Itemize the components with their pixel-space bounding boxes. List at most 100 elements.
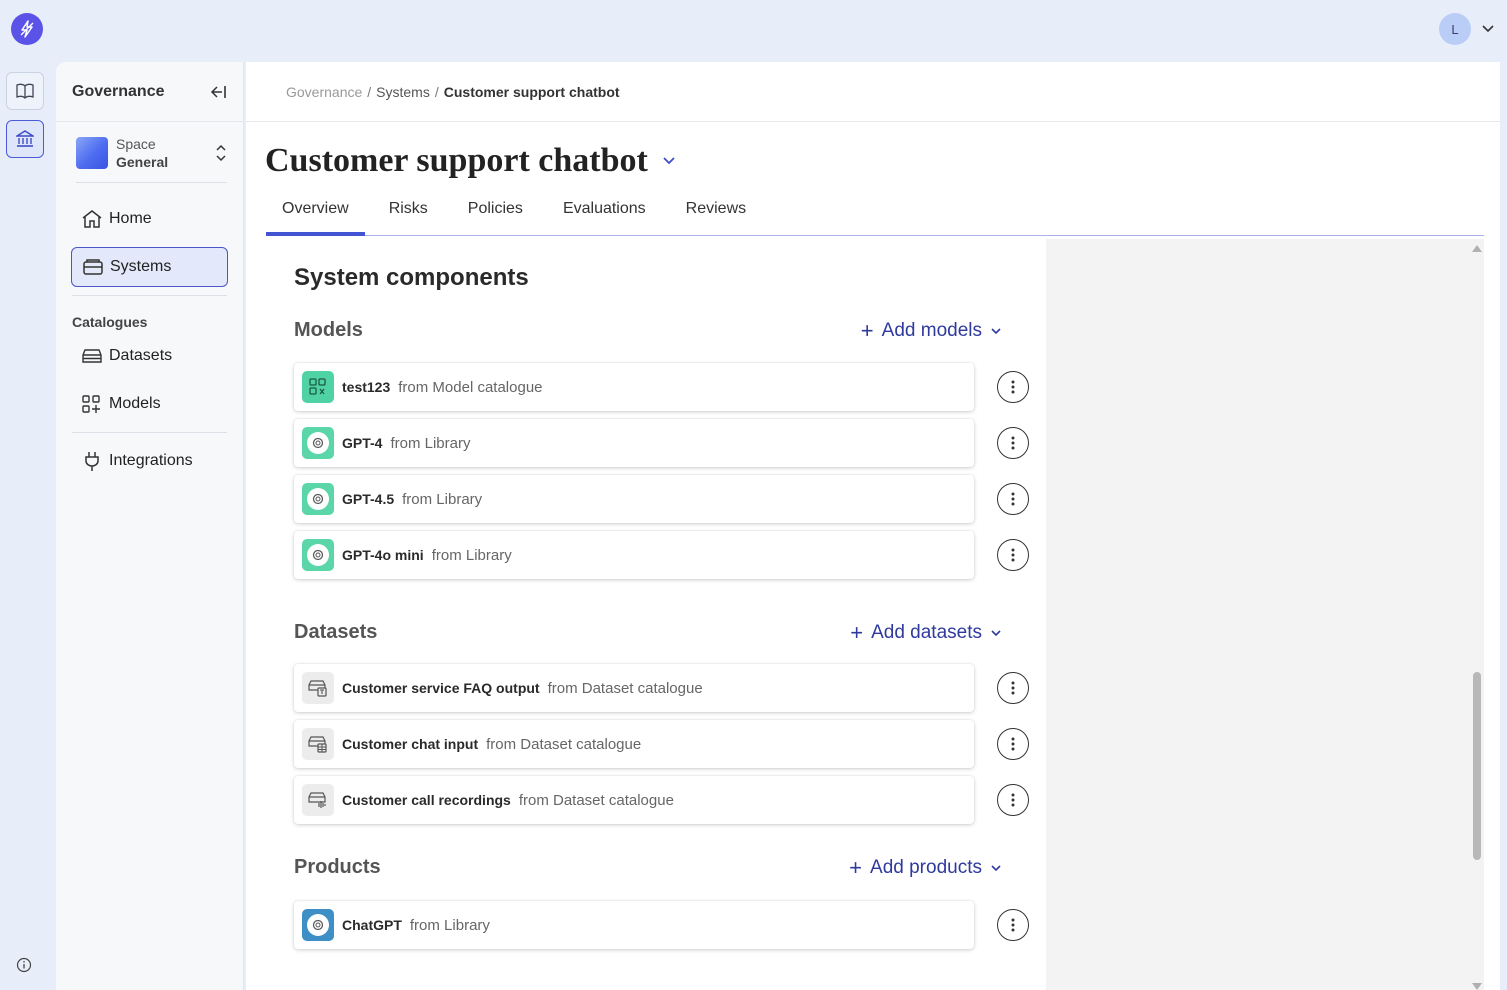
plus-icon: + <box>850 619 864 645</box>
plus-icon: + <box>860 317 874 343</box>
model-name: GPT-4.5 <box>342 491 395 507</box>
product-row[interactable]: ChatGPT from Library <box>294 901 974 949</box>
dataset-row[interactable]: Customer call recordings from Dataset ca… <box>294 776 974 824</box>
product-source: from Library <box>409 916 490 934</box>
model-catalogue-icon <box>302 371 334 403</box>
add-datasets-label: Add datasets <box>871 621 982 643</box>
avatar[interactable]: L <box>1439 13 1471 45</box>
product-name: ChatGPT <box>342 917 402 933</box>
openai-icon <box>302 483 334 515</box>
more-options-button[interactable] <box>997 539 1029 571</box>
sidebar-item-label: Models <box>109 395 161 412</box>
user-menu[interactable]: L <box>1439 13 1495 45</box>
datasets-icon <box>82 349 102 363</box>
space-icon <box>76 137 108 169</box>
model-name: test123 <box>342 379 391 395</box>
datasets-title: Datasets <box>294 621 378 643</box>
chevron-down-icon <box>991 327 1001 334</box>
more-options-button[interactable] <box>997 728 1029 760</box>
governance-rail-button[interactable] <box>6 120 44 158</box>
kebab-icon <box>1011 492 1015 506</box>
tab-reviews[interactable]: Reviews <box>670 194 762 236</box>
kebab-icon <box>1011 737 1015 751</box>
sidebar-item-systems[interactable]: Systems <box>71 247 228 287</box>
more-options-button[interactable] <box>997 909 1029 941</box>
app-logo[interactable] <box>11 13 43 45</box>
breadcrumb-governance[interactable]: Governance <box>286 84 362 100</box>
model-name: GPT-4o mini <box>342 547 424 563</box>
openai-icon <box>302 539 334 571</box>
dataset-source: from Dataset catalogue <box>518 791 674 809</box>
sidebar-item-models[interactable]: Models <box>71 384 228 424</box>
sidebar-item-label: Datasets <box>109 347 173 364</box>
add-datasets-button[interactable]: + Add datasets <box>850 619 1014 645</box>
tab-risks[interactable]: Risks <box>373 194 444 236</box>
model-row[interactable]: test123 from Model catalogue <box>294 363 974 411</box>
side-panel <box>1046 239 1484 990</box>
model-row[interactable]: GPT-4o mini from Library <box>294 531 974 579</box>
products-group-header: Products + Add products <box>294 856 1014 879</box>
dataset-source: from Dataset catalogue <box>486 735 642 753</box>
system-components-panel: System components Models + Add models te… <box>262 239 1046 990</box>
info-button[interactable] <box>16 957 32 978</box>
scrollbar[interactable] <box>1470 245 1484 990</box>
sidebar-header: Governance <box>56 62 243 122</box>
more-options-button[interactable] <box>997 427 1029 459</box>
space-name: General <box>116 154 169 170</box>
tab-evaluations[interactable]: Evaluations <box>547 194 662 236</box>
sidebar-item-datasets[interactable]: Datasets <box>71 336 228 376</box>
sidebar: Governance Space General Home Systems Ca… <box>56 62 244 990</box>
dataset-table-icon <box>302 728 334 760</box>
more-options-button[interactable] <box>997 483 1029 515</box>
model-name: GPT-4 <box>342 435 383 451</box>
kebab-icon <box>1011 548 1015 562</box>
tab-policies[interactable]: Policies <box>452 194 539 236</box>
sidebar-item-label: Home <box>109 210 152 227</box>
model-source: from Library <box>390 434 471 452</box>
models-icon <box>82 395 100 413</box>
plug-icon <box>85 452 99 471</box>
sidebar-item-home[interactable]: Home <box>71 199 228 239</box>
dataset-row[interactable]: Customer chat input from Dataset catalog… <box>294 720 974 768</box>
chatgpt-icon <box>302 909 334 941</box>
systems-icon <box>83 259 103 275</box>
breadcrumb-separator: / <box>434 83 439 100</box>
dataset-name: Customer chat input <box>342 736 479 752</box>
model-row[interactable]: GPT-4 from Library <box>294 419 974 467</box>
scroll-up-arrow[interactable] <box>1472 245 1482 252</box>
products-title: Products <box>294 856 381 878</box>
model-row[interactable]: GPT-4.5 from Library <box>294 475 974 523</box>
dataset-audio-icon <box>302 784 334 816</box>
sidebar-item-integrations[interactable]: Integrations <box>71 441 228 481</box>
more-options-button[interactable] <box>997 784 1029 816</box>
catalogues-heading: Catalogues <box>72 314 148 330</box>
chevron-down-icon[interactable] <box>1481 24 1495 34</box>
dataset-row[interactable]: Customer service FAQ output from Dataset… <box>294 664 974 712</box>
tab-overview[interactable]: Overview <box>266 194 365 236</box>
dataset-name: Customer call recordings <box>342 792 511 808</box>
more-options-button[interactable] <box>997 371 1029 403</box>
add-products-button[interactable]: + Add products <box>849 854 1014 880</box>
models-title: Models <box>294 319 363 341</box>
plus-icon: + <box>849 854 863 880</box>
sidebar-item-label: Integrations <box>109 452 193 469</box>
title-dropdown-icon[interactable] <box>662 156 676 166</box>
dataset-name: Customer service FAQ output <box>342 680 540 696</box>
breadcrumb-systems[interactable]: Systems <box>376 84 430 100</box>
page-title: Customer support chatbot <box>265 142 648 179</box>
kebab-icon <box>1011 918 1015 932</box>
library-rail-button[interactable] <box>6 72 44 110</box>
more-options-button[interactable] <box>997 672 1029 704</box>
models-group-header: Models + Add models <box>294 319 1014 342</box>
scroll-down-arrow[interactable] <box>1472 983 1482 990</box>
collapse-sidebar-icon[interactable] <box>209 85 227 99</box>
space-selector[interactable]: Space General <box>76 136 227 183</box>
openai-icon <box>302 427 334 459</box>
bank-icon <box>16 130 34 147</box>
main-panel: Governance / Systems / Customer support … <box>246 62 1500 990</box>
kebab-icon <box>1011 681 1015 695</box>
add-models-button[interactable]: + Add models <box>860 317 1014 343</box>
scroll-thumb[interactable] <box>1473 672 1481 860</box>
sidebar-item-label: Systems <box>110 258 172 275</box>
chevron-down-icon <box>991 629 1001 636</box>
